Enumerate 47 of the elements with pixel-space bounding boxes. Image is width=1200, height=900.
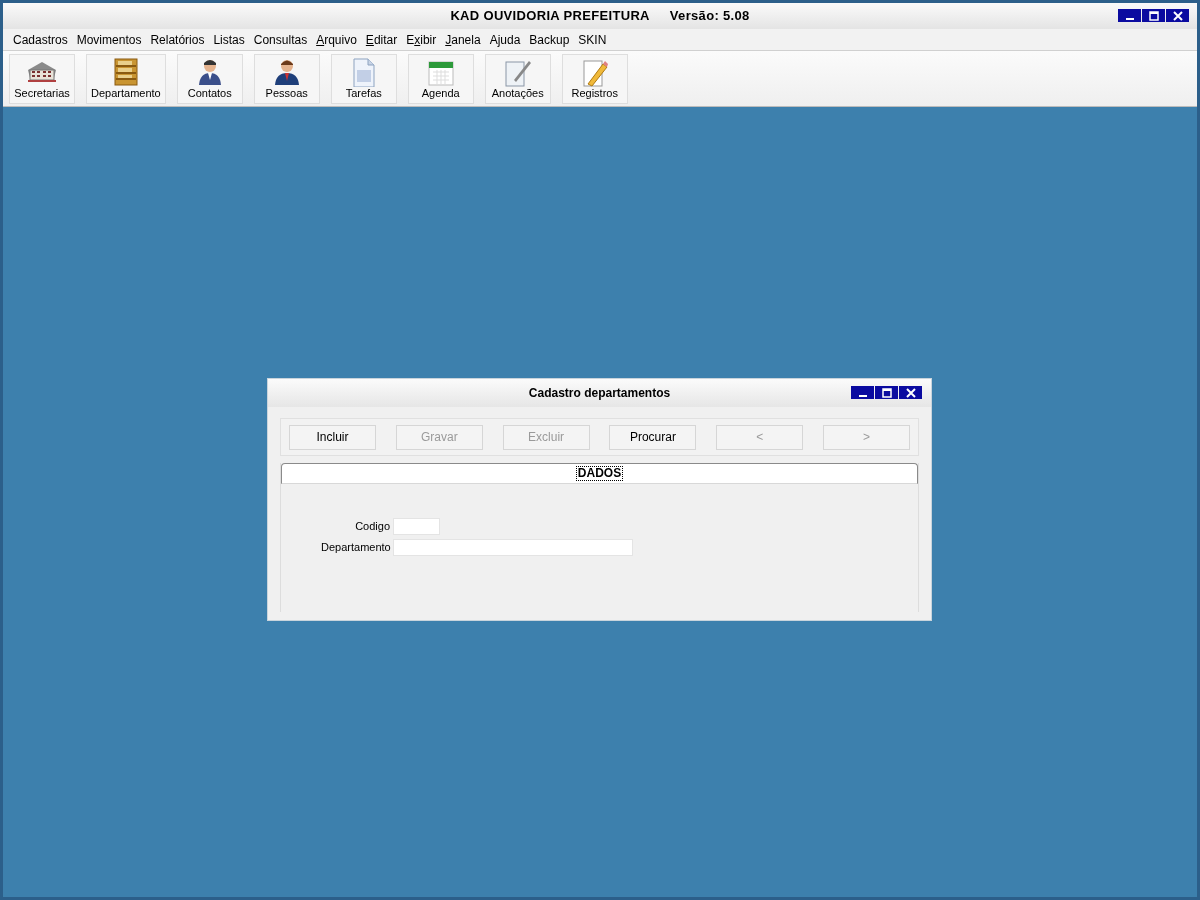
menu-item[interactable]: Consultas — [253, 30, 308, 49]
minimize-button[interactable] — [1118, 9, 1141, 22]
minimize-icon — [1125, 17, 1134, 20]
toolbar-button[interactable]: Procurar — [609, 424, 697, 450]
minimize-icon — [858, 394, 867, 397]
maximize-icon — [881, 387, 892, 398]
field-label: Codigo — [354, 519, 390, 535]
dialog-title: Cadastro departamentos — [528, 385, 671, 402]
tab[interactable]: DADOS — [281, 463, 918, 484]
toolbar-button[interactable]: Agenda — [407, 53, 474, 104]
menu-item[interactable]: SKIN — [578, 30, 607, 49]
close-button[interactable] — [899, 386, 922, 399]
toolbar-button[interactable]: Contatos — [176, 53, 243, 104]
menu-item[interactable]: Editar — [365, 30, 398, 49]
menu-item[interactable]: Cadastros — [13, 30, 68, 49]
toolbar-button[interactable]: Tarefas — [330, 53, 397, 104]
maximize-button[interactable] — [1142, 9, 1165, 22]
person-icon — [197, 57, 222, 86]
toolbar-button[interactable]: Anotações — [484, 53, 551, 104]
menu-item[interactable]: Relatórios — [150, 30, 205, 49]
pencil-note-icon — [580, 57, 609, 87]
toolbar-button[interactable]: Incluir — [289, 424, 376, 450]
menu-item[interactable]: Arquivo — [316, 30, 357, 49]
menu-item[interactable]: Janela — [445, 30, 481, 49]
maximize-button[interactable] — [875, 386, 898, 399]
menu-item[interactable]: Movimentos — [76, 30, 142, 49]
menu-item[interactable]: Listas — [213, 30, 245, 49]
close-icon — [1172, 10, 1183, 21]
toolbar-button[interactable]: Secretarias — [9, 53, 75, 104]
close-icon — [905, 387, 916, 398]
document-icon — [351, 57, 376, 87]
window-title: KAD OUVIDORIA PREFEITURA — [450, 7, 650, 26]
menu-item[interactable]: Exibir — [406, 30, 437, 49]
toolbar-button[interactable]: Pessoas — [253, 53, 320, 104]
close-button[interactable] — [1166, 9, 1189, 22]
version-label: Versão: 5.08 — [669, 7, 750, 26]
input-field[interactable] — [393, 518, 440, 535]
field-label: Departamento — [321, 540, 390, 556]
maximize-icon — [1148, 10, 1159, 21]
person-icon — [273, 57, 300, 86]
toolbar-button[interactable]: Departamento — [86, 53, 166, 104]
menu-item[interactable]: Ajuda — [489, 30, 521, 49]
toolbar-button[interactable]: Registros — [561, 53, 628, 104]
minimize-button[interactable] — [851, 386, 874, 399]
input-field[interactable] — [393, 539, 633, 556]
menu-item[interactable]: Backup — [529, 30, 570, 49]
bookshelf-icon — [112, 57, 139, 86]
